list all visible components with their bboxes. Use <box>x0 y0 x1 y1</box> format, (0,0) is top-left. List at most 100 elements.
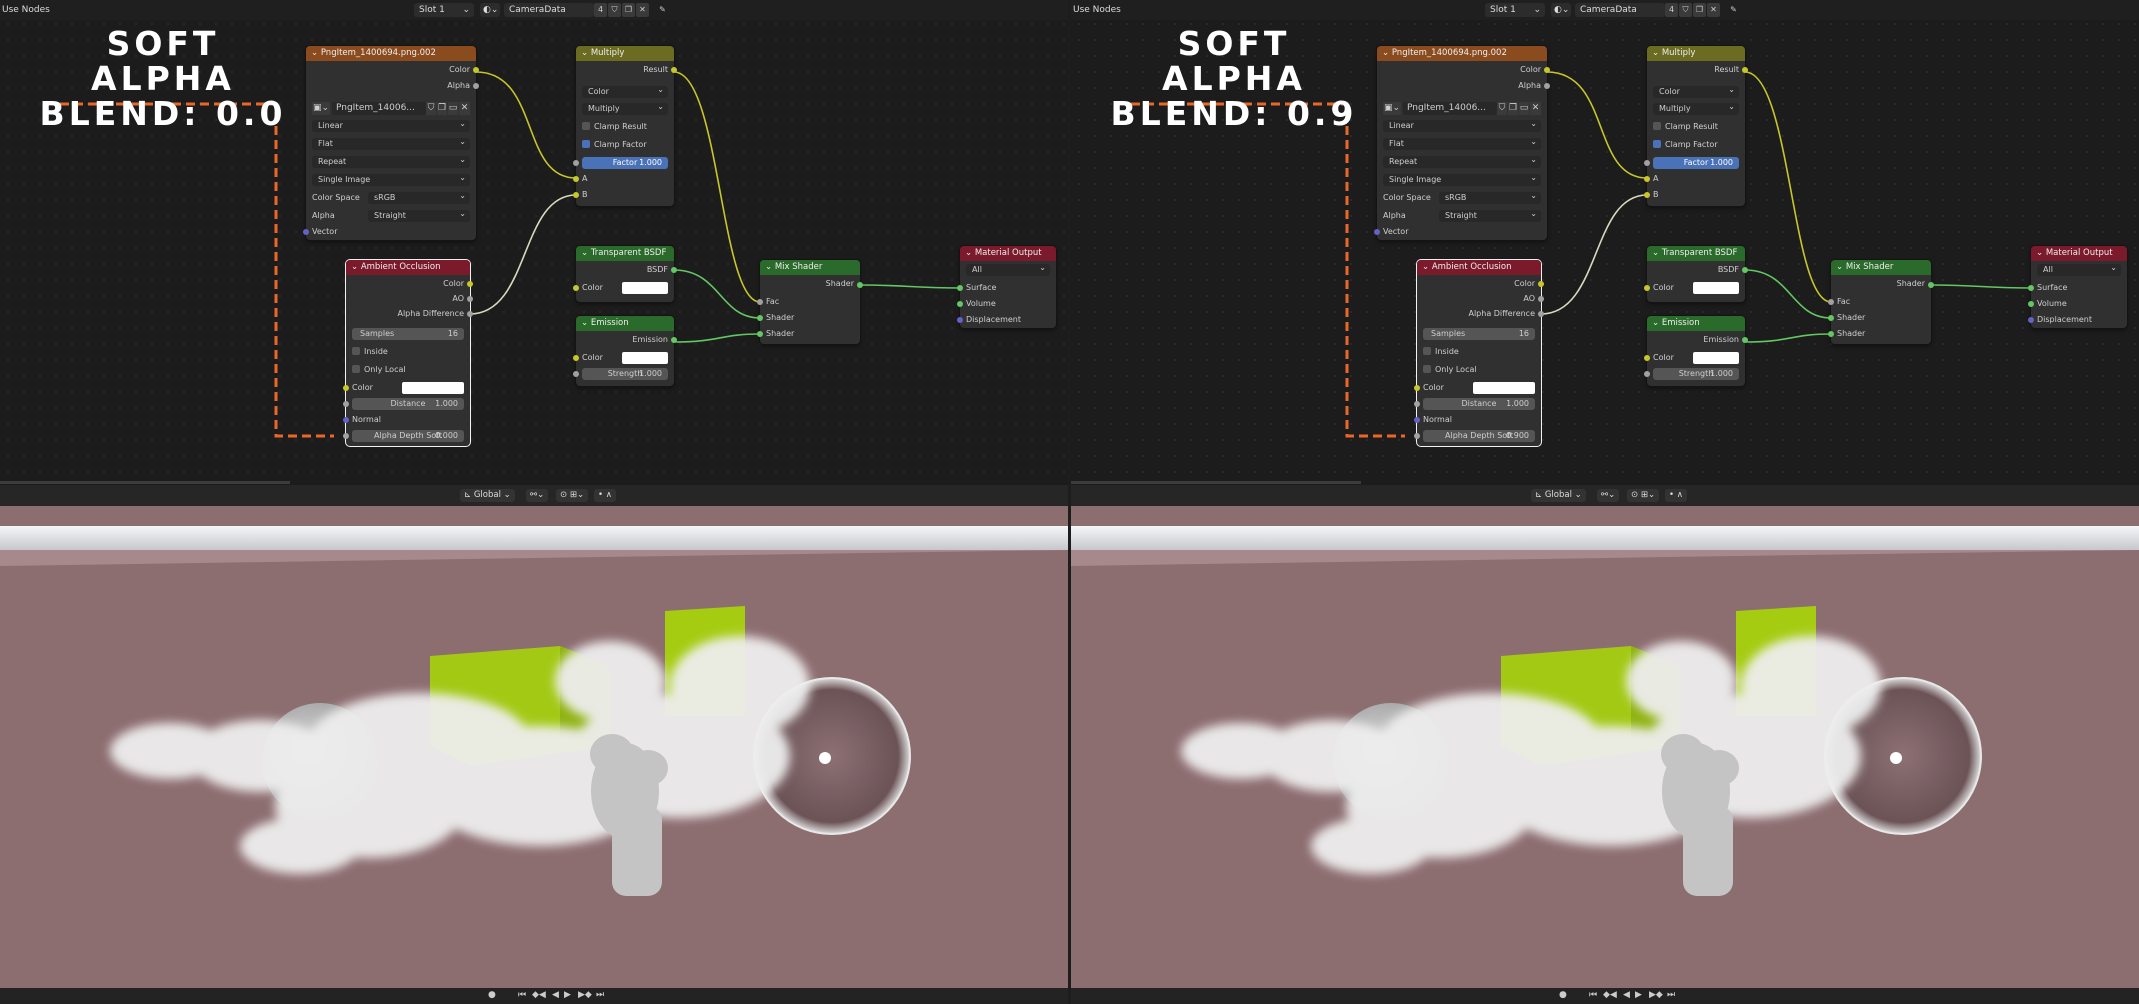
close-icon[interactable]: ✕ <box>1530 102 1541 115</box>
socket-shader1-in[interactable] <box>757 315 763 321</box>
keyframe-prev-icon[interactable]: ◆◀ <box>1603 990 1617 1000</box>
node-header[interactable]: Transparent BSDF <box>576 246 674 261</box>
inside-checkbox[interactable]: Inside <box>352 346 464 358</box>
close-icon[interactable]: ✕ <box>459 102 470 115</box>
clamp-factor-checkbox[interactable]: Clamp Factor <box>582 139 668 151</box>
shield-icon[interactable]: ⛉ <box>1497 102 1507 115</box>
socket-result-out[interactable] <box>671 67 677 73</box>
image-icon[interactable]: ▣⌄ <box>312 102 330 115</box>
socket-volume-in[interactable] <box>957 301 963 307</box>
clamp-result-checkbox[interactable]: Clamp Result <box>582 121 668 133</box>
blend-mode-dropdown[interactable]: Multiply <box>582 101 668 115</box>
socket-normal-in[interactable] <box>343 417 349 423</box>
jump-start-icon[interactable]: ⏮ <box>518 990 526 1000</box>
image-texture-node[interactable]: PngItem_1400694.png.002 Color Alpha ▣⌄ P… <box>303 46 479 240</box>
horizontal-scrollbar[interactable] <box>0 481 290 484</box>
node-header[interactable]: Emission <box>1647 316 1745 331</box>
socket-color-in[interactable] <box>1414 385 1420 391</box>
image-texture-node[interactable]: PngItem_1400694.png.002 Color Alpha ▣⌄ P… <box>1374 46 1550 240</box>
transparent-bsdf-node[interactable]: Transparent BSDF BSDF Color <box>1644 246 1748 302</box>
socket-normal-in[interactable] <box>1414 417 1420 423</box>
alpha-dropdown[interactable]: Straight <box>1439 208 1541 222</box>
node-header[interactable]: Material Output <box>2031 246 2127 261</box>
socket-distance-in[interactable] <box>1414 401 1420 407</box>
extension-dropdown[interactable]: Repeat <box>1383 154 1541 168</box>
socket-volume-in[interactable] <box>2028 301 2034 307</box>
mix-shader-node[interactable]: Mix Shader Shader Fac Shader Shader <box>1828 260 1934 344</box>
play-reverse-icon[interactable]: ◀ <box>552 990 559 1000</box>
material-output-node[interactable]: Material Output All Surface Volume Displ… <box>957 246 1056 328</box>
factor-slider[interactable]: Factor 1.000 <box>1653 157 1739 169</box>
ambient-occlusion-node[interactable]: Ambient Occlusion Color AO Alpha Differe… <box>343 260 473 446</box>
socket-color-in[interactable] <box>573 285 579 291</box>
keyframe-prev-icon[interactable]: ◆◀ <box>532 990 546 1000</box>
socket-displacement-in[interactable] <box>2028 317 2034 323</box>
folder-icon[interactable]: ▭ <box>1519 102 1529 115</box>
distance-field[interactable]: Distance 1.000 <box>352 398 464 410</box>
socket-a-in[interactable] <box>1644 176 1650 182</box>
socket-fac-in[interactable] <box>757 299 763 305</box>
jump-end-icon[interactable]: ⏭ <box>596 990 604 1000</box>
socket-ao-out[interactable] <box>467 296 473 302</box>
socket-distance-in[interactable] <box>343 401 349 407</box>
socket-b-in[interactable] <box>573 192 579 198</box>
socket-strength-in[interactable] <box>573 371 579 377</box>
node-header[interactable]: Transparent BSDF <box>1647 246 1745 261</box>
socket-alpha-difference-out[interactable] <box>1538 311 1544 317</box>
target-dropdown[interactable]: All <box>966 262 1050 276</box>
socket-color-in[interactable] <box>1644 355 1650 361</box>
proportional-edit-icon[interactable]: • ∧ <box>594 489 616 502</box>
copy-icon[interactable]: ❐ <box>1508 102 1518 115</box>
socket-alpha-out[interactable] <box>473 83 479 89</box>
socket-color-out[interactable] <box>473 67 479 73</box>
socket-result-out[interactable] <box>1742 67 1748 73</box>
3d-viewport-render[interactable] <box>1071 506 2139 988</box>
blend-mode-dropdown[interactable]: Multiply <box>1653 101 1739 115</box>
only-local-checkbox[interactable]: Only Local <box>1423 364 1535 376</box>
source-dropdown[interactable]: Single Image <box>312 172 470 186</box>
image-selector[interactable]: ▣⌄ PngItem_14006... ⛉ ❐ ▭ ✕ <box>312 102 470 115</box>
socket-bsdf-out[interactable] <box>1742 267 1748 273</box>
interpolation-dropdown[interactable]: Linear <box>1383 118 1541 132</box>
socket-emission-out[interactable] <box>671 337 677 343</box>
play-icon[interactable]: ▶ <box>564 990 571 1000</box>
keyframe-next-icon[interactable]: ▶◆ <box>1649 990 1663 1000</box>
folder-icon[interactable]: ▭ <box>448 102 458 115</box>
image-icon[interactable]: ▣⌄ <box>1383 102 1401 115</box>
3d-viewport-render[interactable] <box>0 506 1068 988</box>
socket-shader2-in[interactable] <box>1828 331 1834 337</box>
alpha-depth-soft-field[interactable]: Alpha Depth Soft 0.000 <box>352 430 464 442</box>
color-space-dropdown[interactable]: sRGB <box>368 190 470 204</box>
factor-slider[interactable]: Factor 1.000 <box>582 157 668 169</box>
image-name-field[interactable]: PngItem_14006... <box>1403 102 1497 115</box>
target-dropdown[interactable]: All <box>2037 262 2121 276</box>
keyframe-next-icon[interactable]: ▶◆ <box>578 990 592 1000</box>
color-swatch[interactable] <box>622 352 668 364</box>
strength-field[interactable]: Strength 1.000 <box>1653 368 1739 380</box>
source-dropdown[interactable]: Single Image <box>1383 172 1541 186</box>
jump-end-icon[interactable]: ⏭ <box>1667 990 1675 1000</box>
record-icon[interactable]: ● <box>488 990 496 1000</box>
data-type-dropdown[interactable]: Color <box>1653 84 1739 98</box>
socket-shader-out[interactable] <box>1928 282 1934 288</box>
socket-displacement-in[interactable] <box>957 317 963 323</box>
inside-checkbox[interactable]: Inside <box>1423 346 1535 358</box>
socket-strength-in[interactable] <box>1644 371 1650 377</box>
shader-node-editor[interactable]: Use Nodes Slot 1 ⌄ ◐⌄ CameraData 4 ⛉ ❐ ✕ … <box>0 0 1068 485</box>
node-header[interactable]: Ambient Occlusion <box>1417 260 1541 275</box>
transparent-bsdf-node[interactable]: Transparent BSDF BSDF Color <box>573 246 677 302</box>
node-header[interactable]: PngItem_1400694.png.002 <box>1377 46 1547 61</box>
clamp-result-checkbox[interactable]: Clamp Result <box>1653 121 1739 133</box>
socket-shader2-in[interactable] <box>757 331 763 337</box>
socket-surface-in[interactable] <box>957 285 963 291</box>
play-icon[interactable]: ▶ <box>1635 990 1642 1000</box>
interpolation-dropdown[interactable]: Linear <box>312 118 470 132</box>
socket-alpha-depth-in[interactable] <box>343 433 349 439</box>
multiply-node[interactable]: Multiply Result Color Multiply Clamp Res… <box>573 46 677 206</box>
extension-dropdown[interactable]: Repeat <box>312 154 470 168</box>
shader-node-editor[interactable]: Use Nodes Slot 1 ⌄ ◐⌄ CameraData 4 ⛉ ❐ ✕ … <box>1071 0 2139 485</box>
color-swatch[interactable] <box>402 382 464 394</box>
socket-vector-in[interactable] <box>1374 229 1380 235</box>
socket-alpha-out[interactable] <box>1544 83 1550 89</box>
samples-field[interactable]: Samples 16 <box>1423 328 1535 340</box>
